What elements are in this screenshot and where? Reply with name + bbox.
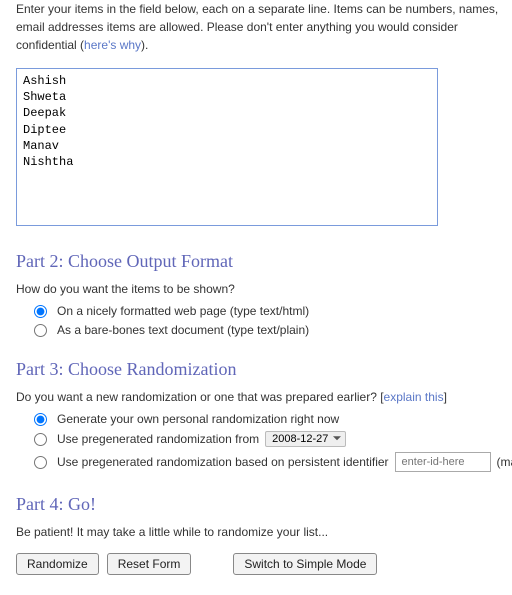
part3-q-before: Do you want a new randomization or one t… (16, 390, 384, 404)
rand-radio-pregen[interactable] (34, 433, 47, 446)
output-radio-plain[interactable] (34, 324, 47, 337)
part3-q-after: ] (444, 390, 447, 404)
reset-button[interactable]: Reset Form (107, 553, 192, 575)
part3-question: Do you want a new randomization or one t… (16, 390, 512, 404)
rand-label-pregen: Use pregenerated randomization from (57, 432, 259, 446)
output-option-html: On a nicely formatted web page (type tex… (34, 304, 512, 318)
pregen-date-select[interactable]: 2008-12-27 (265, 431, 346, 447)
part2-heading: Part 2: Choose Output Format (16, 251, 512, 272)
output-label-plain: As a bare-bones text document (type text… (57, 323, 309, 337)
output-option-plain: As a bare-bones text document (type text… (34, 323, 512, 337)
date-select-wrap: 2008-12-27 (265, 431, 346, 447)
items-textarea[interactable] (16, 68, 438, 226)
identifier-input[interactable] (395, 452, 491, 472)
explain-this-link[interactable]: explain this (384, 390, 444, 404)
rand-radio-now[interactable] (34, 413, 47, 426)
identifier-hint: (max 64 alpha (497, 455, 512, 469)
output-radio-html[interactable] (34, 305, 47, 318)
simple-mode-button[interactable]: Switch to Simple Mode (233, 553, 377, 575)
rand-label-ident: Use pregenerated randomization based on … (57, 455, 389, 469)
randomize-button[interactable]: Randomize (16, 553, 99, 575)
intro-after: ). (141, 38, 148, 52)
output-label-html: On a nicely formatted web page (type tex… (57, 304, 309, 318)
part4-note: Be patient! It may take a little while t… (16, 525, 512, 539)
part3-heading: Part 3: Choose Randomization (16, 359, 512, 380)
part3-options: Generate your own personal randomization… (34, 412, 512, 472)
heres-why-link[interactable]: here's why (84, 38, 141, 52)
rand-option-pregen: Use pregenerated randomization from 2008… (34, 431, 512, 447)
part2-question: How do you want the items to be shown? (16, 282, 512, 296)
intro-text: Enter your items in the field below, eac… (16, 0, 512, 54)
rand-label-now: Generate your own personal randomization… (57, 412, 339, 426)
rand-option-now: Generate your own personal randomization… (34, 412, 512, 426)
button-row: Randomize Reset Form Switch to Simple Mo… (16, 553, 512, 575)
part4-heading: Part 4: Go! (16, 494, 512, 515)
rand-radio-ident[interactable] (34, 456, 47, 469)
rand-option-ident: Use pregenerated randomization based on … (34, 452, 512, 472)
part2-options: On a nicely formatted web page (type tex… (34, 304, 512, 337)
